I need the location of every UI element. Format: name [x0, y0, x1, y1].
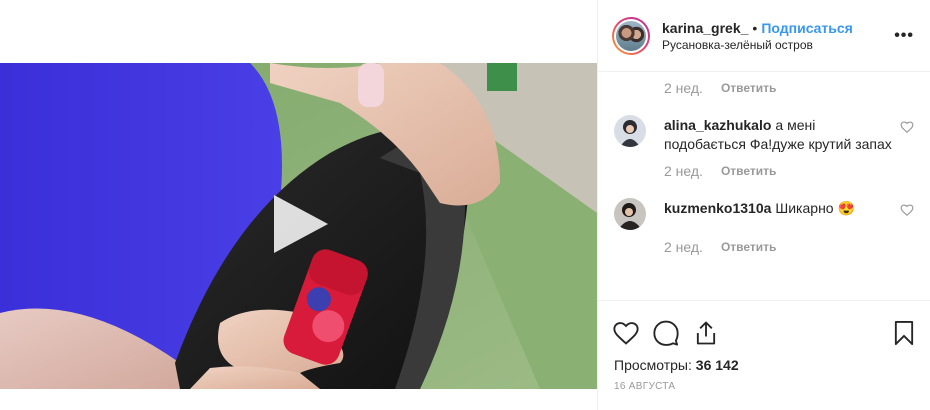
commenter-avatar[interactable] — [614, 115, 646, 147]
comment-item: alina_kazhukalo а мені подобається Фа!дуж… — [614, 115, 914, 154]
separator-dot: • — [752, 19, 758, 36]
reply-button[interactable]: Ответить — [721, 164, 776, 178]
play-button[interactable] — [268, 191, 332, 257]
views-label: Просмотры: — [614, 357, 692, 373]
video-player[interactable] — [0, 63, 597, 389]
like-comment-icon[interactable] — [900, 120, 914, 134]
bookmark-icon[interactable] — [890, 319, 918, 347]
comment-meta: 2 нед. Ответить — [614, 77, 914, 99]
commenter-avatar[interactable] — [614, 198, 646, 230]
views-number: 36 142 — [695, 357, 739, 373]
post-header: karina_grek_ • Подписаться Русановка-зелён… — [598, 0, 930, 72]
comment-meta: 2 нед. Ответить — [614, 236, 914, 258]
play-icon — [274, 195, 328, 253]
like-comment-icon[interactable] — [900, 203, 914, 217]
post-location[interactable]: Русановка-зелёный остров — [662, 37, 886, 53]
comment-time[interactable]: 2 нед. — [664, 80, 703, 96]
commenter-username[interactable]: kuzmenko1310a — [664, 200, 771, 216]
comment-time[interactable]: 2 нед. — [664, 163, 703, 179]
more-options-icon[interactable]: ••• — [894, 27, 914, 45]
author-username[interactable]: karina_grek_ — [662, 20, 748, 36]
comments-list[interactable]: 2 нед. Ответить alina_kazhukalo а мені по… — [598, 72, 930, 301]
post-sidebar: karina_grek_ • Подписаться Русановка-зелён… — [597, 0, 930, 410]
comment-icon[interactable] — [652, 319, 680, 347]
heart-icon[interactable] — [612, 319, 640, 347]
avatar-image — [616, 20, 646, 51]
author-avatar[interactable] — [612, 16, 650, 55]
post-date[interactable]: 16 августа — [598, 373, 930, 392]
share-icon[interactable] — [692, 319, 720, 347]
comment-meta: 2 нед. Ответить — [614, 160, 914, 182]
follow-button[interactable]: Подписаться — [761, 20, 853, 36]
comment-time[interactable]: 2 нед. — [664, 239, 703, 255]
views-count[interactable]: Просмотры: 36 142 — [598, 353, 930, 373]
reply-button[interactable]: Ответить — [721, 81, 776, 95]
comment-item: kuzmenko1310a Шикарно 😍 — [614, 198, 914, 230]
comment-text: Шикарно 😍 — [775, 200, 855, 216]
instagram-post: karina_grek_ • Подписаться Русановка-зелён… — [0, 0, 930, 410]
post-media — [0, 0, 597, 410]
commenter-username[interactable]: alina_kazhukalo — [664, 117, 771, 133]
action-bar — [598, 301, 930, 353]
reply-button[interactable]: Ответить — [721, 240, 776, 254]
